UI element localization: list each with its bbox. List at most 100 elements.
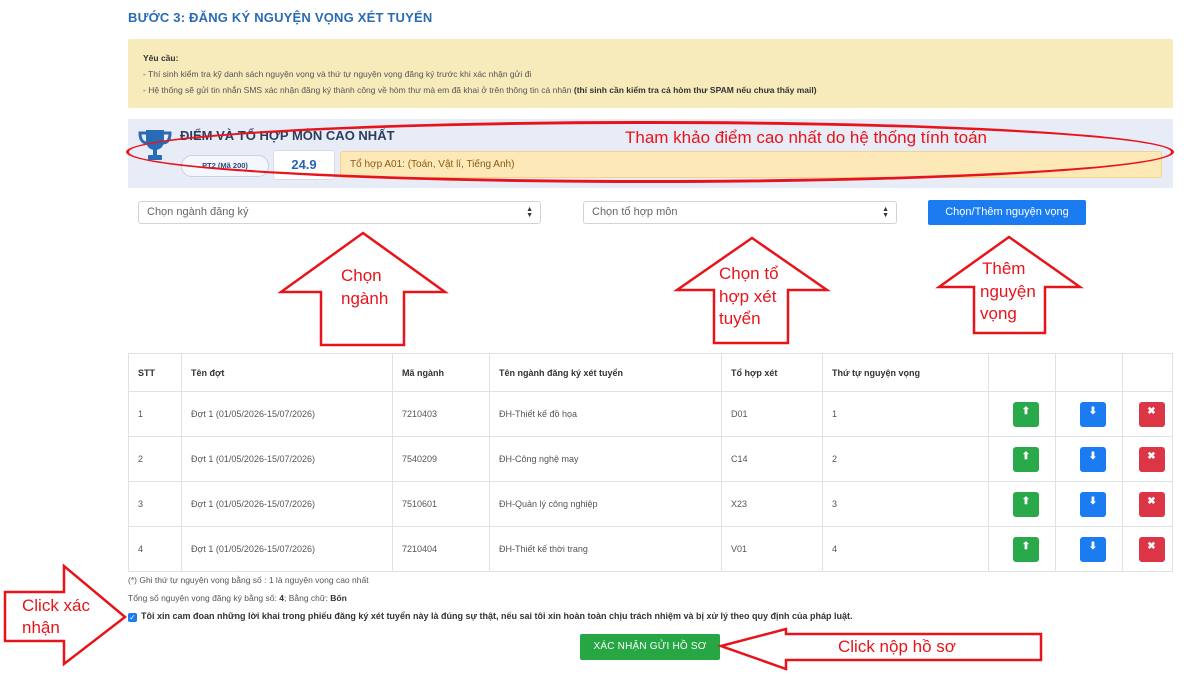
cell-up: ⬆ bbox=[988, 436, 1056, 482]
annotation-reference: Tham khảo điểm cao nhất do hệ thống tính… bbox=[625, 128, 987, 147]
arrow-down-icon: ⬇ bbox=[1088, 540, 1098, 552]
table-header-row: STT Tên đợt Mã ngành Tên ngành đăng ký x… bbox=[128, 353, 1173, 392]
arrow-up-icon: ⬆ bbox=[1021, 540, 1031, 552]
arrow-down-icon: ⬇ bbox=[1088, 450, 1098, 462]
col-stt: STT bbox=[128, 353, 182, 392]
move-up-button[interactable]: ⬆ bbox=[1013, 446, 1039, 472]
notice-line-1: - Thí sinh kiểm tra kỹ danh sách nguyện … bbox=[143, 69, 532, 79]
move-down-button[interactable]: ⬇ bbox=[1080, 401, 1106, 427]
total-preferences: Tổng số nguyện vọng đăng ký bằng số: 4; … bbox=[128, 593, 347, 603]
arrow-down-icon: ⬇ bbox=[1088, 495, 1098, 507]
cell-down: ⬇ bbox=[1055, 481, 1123, 527]
cell-up: ⬆ bbox=[988, 526, 1056, 572]
annotation-confirm-2: nhận bbox=[22, 618, 60, 637]
cell-combination: V01 bbox=[721, 526, 823, 572]
col-move-down bbox=[1055, 353, 1123, 392]
major-select-value: Chọn ngành đăng ký bbox=[147, 206, 249, 218]
cell-major-name: ĐH-Thiết kế thời trang bbox=[489, 526, 722, 572]
annotation-choose-major-2: ngành bbox=[341, 289, 389, 308]
select-caret-icon: ▲ ▼ bbox=[526, 206, 533, 219]
arrow-up-icon: ⬆ bbox=[1021, 405, 1031, 417]
delete-button[interactable]: ✖ bbox=[1138, 536, 1165, 562]
add-preference-button[interactable]: Chọn/Thêm nguyện vọng bbox=[928, 200, 1086, 225]
annotation-choose-combo-2: hợp xét bbox=[719, 287, 777, 306]
arrow-up-icon: ⬆ bbox=[1021, 495, 1031, 507]
cell-stt: 4 bbox=[128, 526, 182, 572]
annotation-submit: Click nộp hồ sơ bbox=[838, 637, 956, 656]
annotation-add-2: nguyện bbox=[980, 282, 1036, 301]
preferences-table: STT Tên đợt Mã ngành Tên ngành đăng ký x… bbox=[128, 353, 1173, 572]
col-combination: Tổ hợp xét bbox=[721, 353, 823, 392]
notice-heading: Yêu cầu: bbox=[143, 53, 179, 63]
move-up-button[interactable]: ⬆ bbox=[1013, 491, 1039, 517]
submit-application-button[interactable]: XÁC NHẬN GỬI HỒ SƠ bbox=[580, 634, 720, 660]
close-icon: ✖ bbox=[1147, 405, 1156, 417]
annotation-choose-major-1: Chọn bbox=[341, 266, 382, 285]
combination-select[interactable]: Chọn tổ hợp môn ▲ ▼ bbox=[583, 201, 897, 224]
col-move-up bbox=[988, 353, 1056, 392]
delete-button[interactable]: ✖ bbox=[1138, 491, 1165, 517]
move-up-button[interactable]: ⬆ bbox=[1013, 536, 1039, 562]
cell-order: 3 bbox=[822, 481, 989, 527]
table-row: 1 Đợt 1 (01/05/2026-15/07/2026) 7210403 … bbox=[128, 391, 1173, 437]
move-down-button[interactable]: ⬇ bbox=[1080, 491, 1106, 517]
cell-major-name: ĐH-Công nghệ may bbox=[489, 436, 722, 482]
delete-button[interactable]: ✖ bbox=[1138, 446, 1165, 472]
annotation-choose-combo-1: Chọn tổ bbox=[719, 264, 779, 283]
cell-order: 4 bbox=[822, 526, 989, 572]
cell-up: ⬆ bbox=[988, 481, 1056, 527]
order-note: (*) Ghi thứ tự nguyện vọng bằng số : 1 l… bbox=[128, 575, 369, 585]
cell-delete: ✖ bbox=[1122, 526, 1173, 572]
annotation-choose-combo-3: tuyển bbox=[719, 309, 761, 328]
arrow-down-icon: ⬇ bbox=[1088, 405, 1098, 417]
col-major-code: Mã ngành bbox=[392, 353, 490, 392]
step-title: BƯỚC 3: ĐĂNG KÝ NGUYỆN VỌNG XÉT TUYỂN bbox=[128, 10, 433, 25]
move-up-button[interactable]: ⬆ bbox=[1013, 401, 1039, 427]
col-order: Thứ tự nguyện vọng bbox=[822, 353, 989, 392]
cell-up: ⬆ bbox=[988, 391, 1056, 437]
combination-select-value: Chọn tổ hợp môn bbox=[592, 206, 678, 218]
cell-round: Đợt 1 (01/05/2026-15/07/2026) bbox=[181, 436, 393, 482]
col-delete bbox=[1122, 353, 1173, 392]
commitment-text: Tôi xin cam đoan những lời khai trong ph… bbox=[141, 611, 853, 621]
cell-stt: 3 bbox=[128, 481, 182, 527]
table-row: 4 Đợt 1 (01/05/2026-15/07/2026) 7210404 … bbox=[128, 526, 1173, 572]
table-row: 2 Đợt 1 (01/05/2026-15/07/2026) 7540209 … bbox=[128, 436, 1173, 482]
move-down-button[interactable]: ⬇ bbox=[1080, 446, 1106, 472]
cell-order: 1 bbox=[822, 391, 989, 437]
cell-delete: ✖ bbox=[1122, 436, 1173, 482]
move-down-button[interactable]: ⬇ bbox=[1080, 536, 1106, 562]
cell-major-name: ĐH-Thiết kế đồ họa bbox=[489, 391, 722, 437]
cell-major-name: ĐH-Quản lý công nghiệp bbox=[489, 481, 722, 527]
arrow-up-icon: ⬆ bbox=[1021, 450, 1031, 462]
notice-line-2: - Hệ thống sẽ gửi tin nhắn SMS xác nhận … bbox=[143, 85, 817, 95]
cell-stt: 1 bbox=[128, 391, 182, 437]
close-icon: ✖ bbox=[1147, 540, 1156, 552]
close-icon: ✖ bbox=[1147, 450, 1156, 462]
cell-delete: ✖ bbox=[1122, 391, 1173, 437]
cell-combination: X23 bbox=[721, 481, 823, 527]
cell-major-code: 7540209 bbox=[392, 436, 490, 482]
table-row: 3 Đợt 1 (01/05/2026-15/07/2026) 7510601 … bbox=[128, 481, 1173, 527]
col-round: Tên đợt bbox=[181, 353, 393, 392]
close-icon: ✖ bbox=[1147, 495, 1156, 507]
cell-major-code: 7510601 bbox=[392, 481, 490, 527]
cell-round: Đợt 1 (01/05/2026-15/07/2026) bbox=[181, 481, 393, 527]
annotation-confirm-1: Click xác bbox=[22, 596, 91, 615]
commitment-checkbox[interactable]: ✓ bbox=[128, 613, 137, 622]
major-select[interactable]: Chọn ngành đăng ký ▲ ▼ bbox=[138, 201, 541, 224]
cell-major-code: 7210403 bbox=[392, 391, 490, 437]
delete-button[interactable]: ✖ bbox=[1138, 401, 1165, 427]
cell-stt: 2 bbox=[128, 436, 182, 482]
col-major-name: Tên ngành đăng ký xét tuyển bbox=[489, 353, 722, 392]
annotation-add-3: vọng bbox=[980, 304, 1017, 323]
cell-round: Đợt 1 (01/05/2026-15/07/2026) bbox=[181, 391, 393, 437]
cell-delete: ✖ bbox=[1122, 481, 1173, 527]
cell-round: Đợt 1 (01/05/2026-15/07/2026) bbox=[181, 526, 393, 572]
annotation-add-1: Thêm bbox=[982, 259, 1026, 278]
cell-combination: D01 bbox=[721, 391, 823, 437]
cell-combination: C14 bbox=[721, 436, 823, 482]
select-caret-icon: ▲ ▼ bbox=[882, 206, 889, 219]
cell-major-code: 7210404 bbox=[392, 526, 490, 572]
requirements-notice: Yêu cầu: - Thí sinh kiểm tra kỹ danh sác… bbox=[128, 39, 1173, 108]
